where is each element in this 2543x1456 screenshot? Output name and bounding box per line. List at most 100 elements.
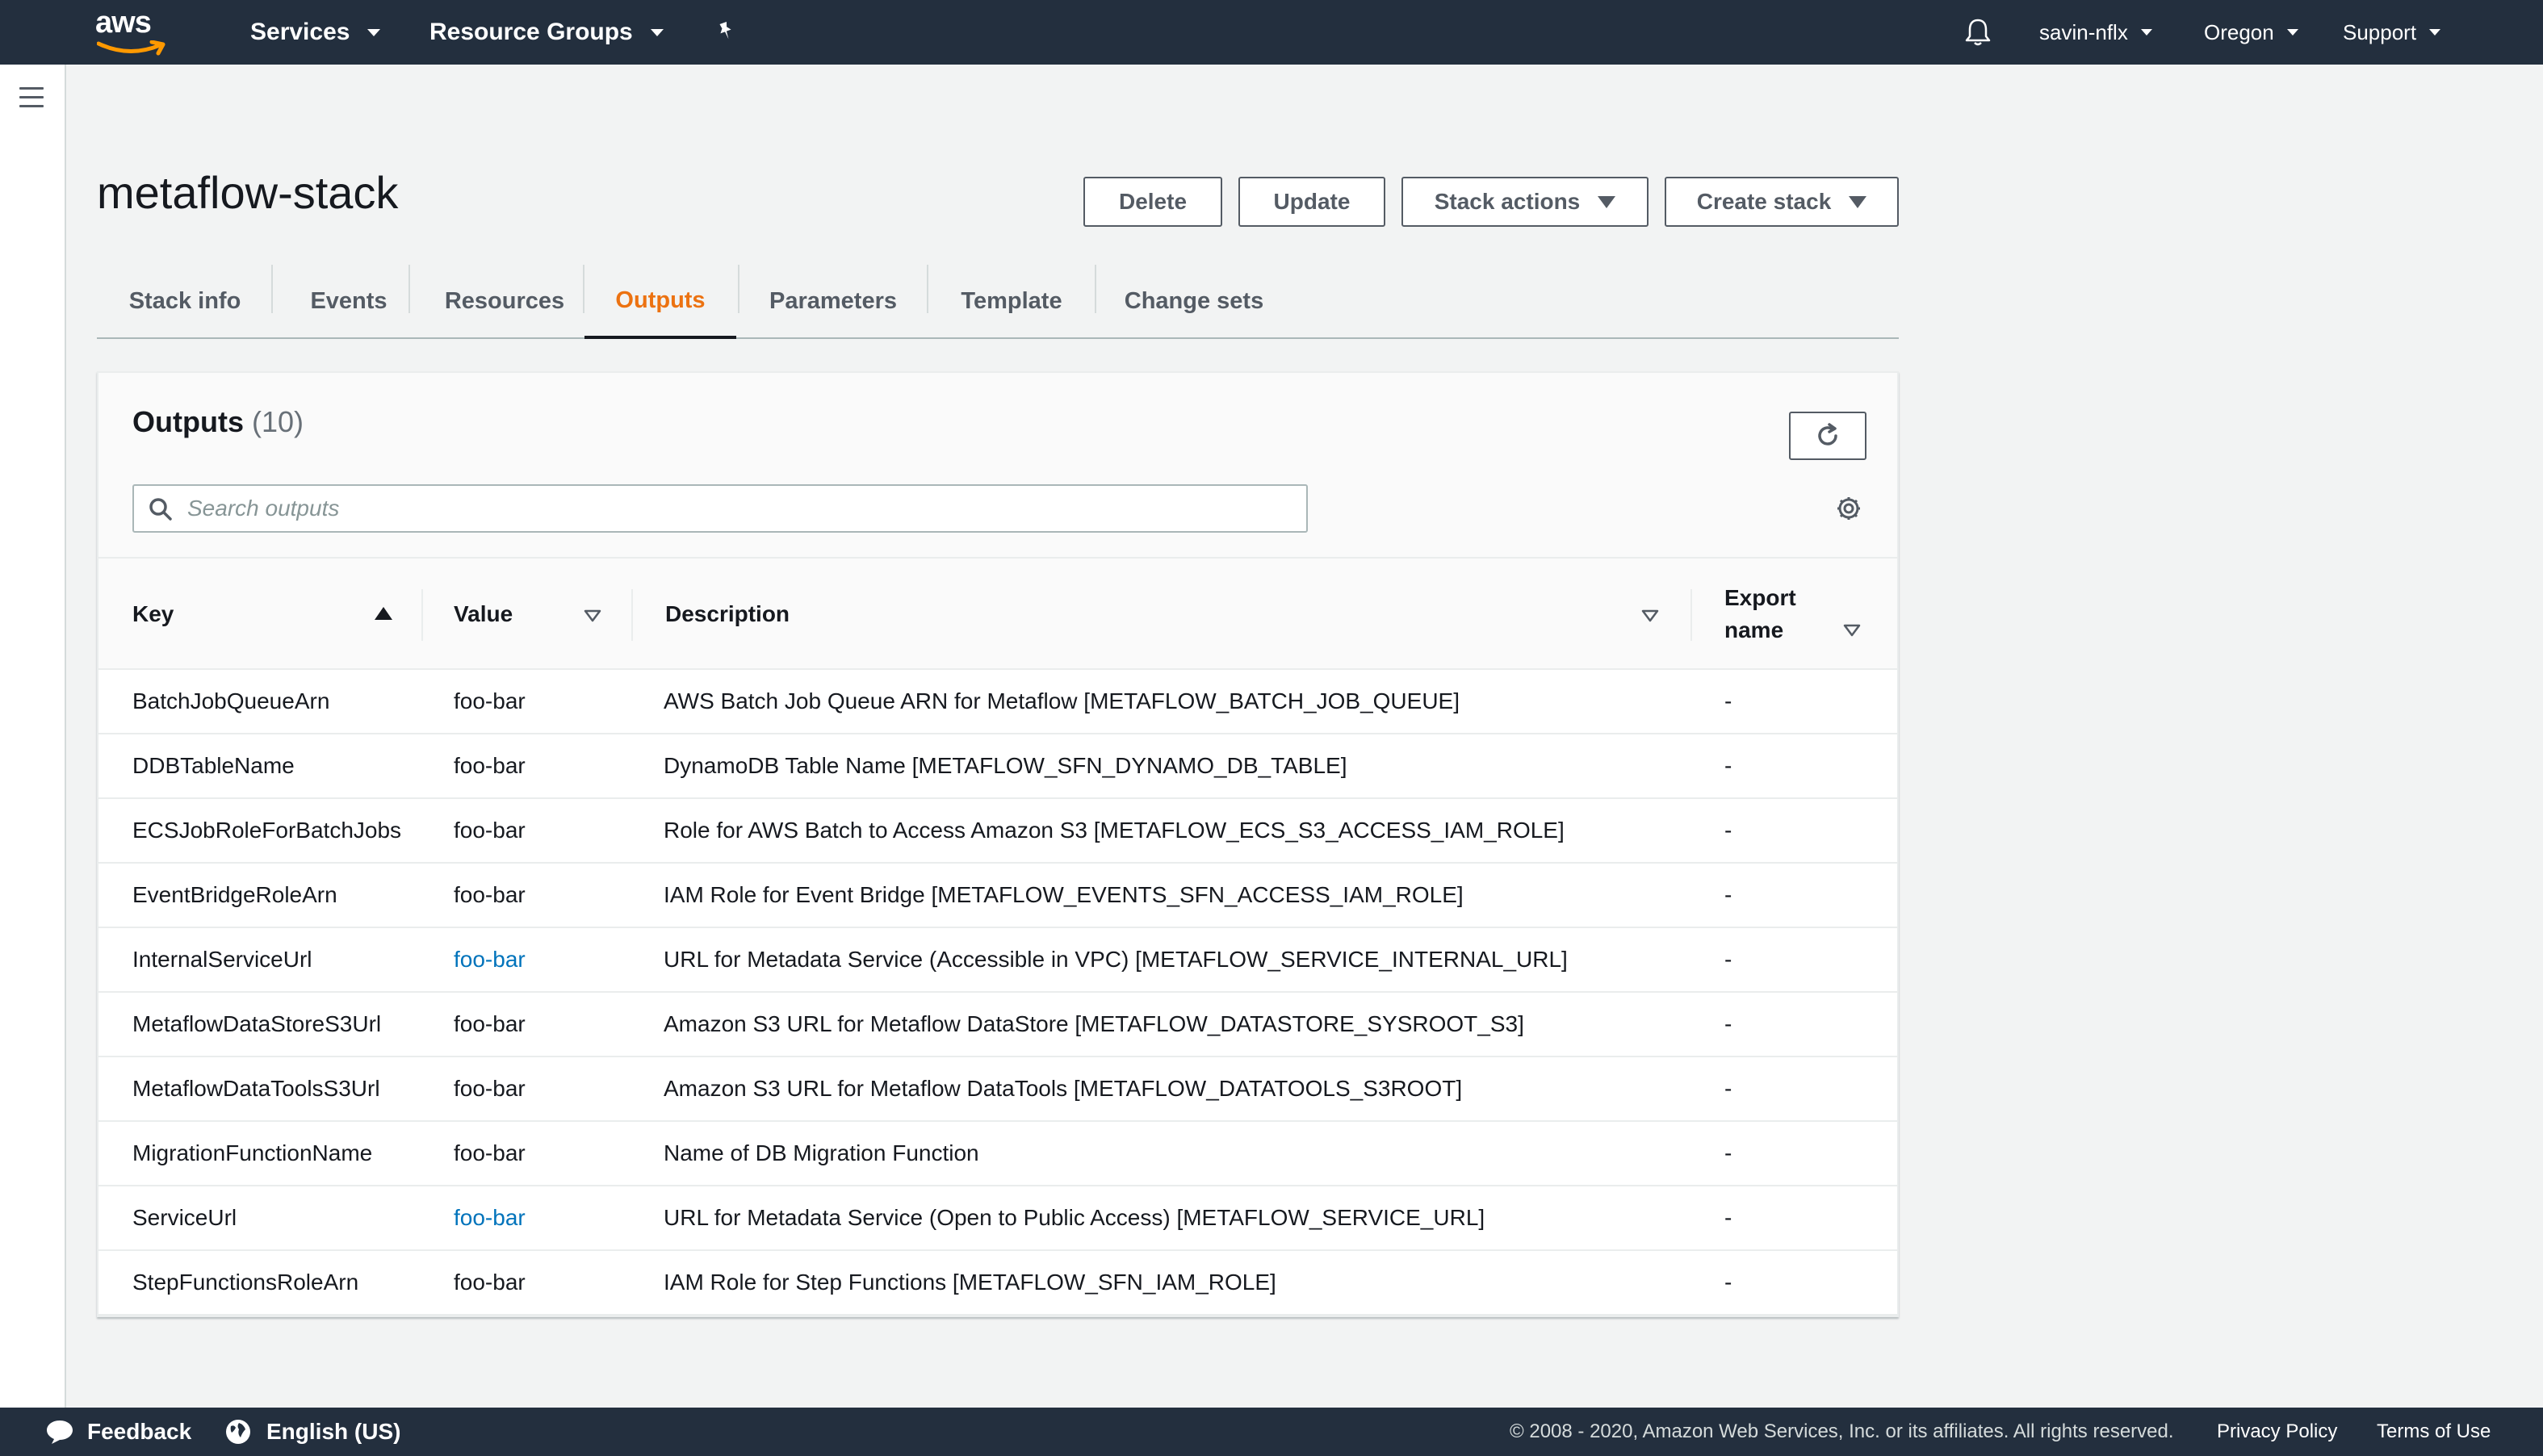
column-header-value[interactable]: Value — [454, 559, 599, 670]
tab-label: Events — [310, 287, 388, 314]
tab-label: Outputs — [615, 287, 706, 313]
column-header-key[interactable]: Key — [132, 559, 407, 670]
services-menu[interactable]: Services — [250, 0, 381, 65]
output-description-cell: URL for Metadata Service (Accessible in … — [664, 947, 1568, 972]
caret-down-icon — [1598, 195, 1616, 208]
footer: Feedback English (US) © 2008 - 2020, Ama… — [0, 1408, 2543, 1456]
aws-logo[interactable]: aws — [95, 6, 168, 56]
tab-label: Parameters — [769, 287, 897, 314]
output-description-cell: AWS Batch Job Queue ARN for Metaflow [ME… — [664, 688, 1460, 713]
account-menu[interactable]: savin-nflx — [2039, 0, 2152, 65]
column-header-export-name[interactable]: Export name — [1724, 559, 1845, 670]
language-label: English (US) — [266, 1419, 401, 1444]
feedback-label: Feedback — [87, 1419, 192, 1444]
update-button-label: Update — [1273, 189, 1351, 214]
output-value-cell: foo-bar — [454, 1140, 526, 1165]
column-divider — [1690, 589, 1692, 641]
bell-icon — [1965, 19, 1991, 46]
output-key-cell: BatchJobQueueArn — [132, 688, 330, 713]
gear-icon[interactable] — [1834, 494, 1863, 523]
search-icon — [149, 498, 172, 521]
sort-caret-icon[interactable] — [583, 609, 602, 623]
column-divider — [421, 589, 423, 641]
language-selector[interactable]: English (US) — [224, 1408, 400, 1456]
tab-label: Resources — [444, 287, 565, 314]
globe-icon — [226, 1420, 250, 1444]
table-header: Key Value Description Export name — [98, 557, 1897, 670]
resource-groups-label: Resource Groups — [429, 19, 633, 45]
outputs-title: Outputs — [132, 405, 244, 438]
region-label: Oregon — [2204, 19, 2274, 44]
search-outputs-field[interactable] — [132, 484, 1308, 533]
table-row: BatchJobQueueArn foo-bar AWS Batch Job Que… — [98, 670, 1897, 734]
output-value-cell: foo-bar — [454, 1011, 526, 1036]
output-value-cell: foo-bar — [454, 1076, 526, 1101]
output-value-cell: foo-bar — [454, 688, 526, 713]
privacy-policy-link[interactable]: Privacy Policy — [2217, 1408, 2337, 1456]
output-key-cell: EventBridgeRoleArn — [132, 882, 337, 907]
support-menu[interactable]: Support — [2343, 0, 2441, 65]
output-export-name-cell: - — [1724, 688, 1732, 713]
output-key-cell: StepFunctionsRoleArn — [132, 1270, 359, 1295]
output-export-name-cell: - — [1724, 947, 1732, 972]
tab-label: Template — [961, 287, 1062, 314]
tab-label: Stack info — [128, 287, 241, 314]
output-key-cell: ServiceUrl — [132, 1205, 237, 1230]
output-value-link[interactable]: foo-bar — [454, 1186, 526, 1249]
table-row: StepFunctionsRoleArn foo-bar IAM Role for … — [98, 1251, 1897, 1316]
output-export-name-cell: - — [1724, 1011, 1732, 1036]
delete-button-label: Delete — [1118, 189, 1188, 214]
stack-actions-button[interactable]: Stack actions — [1401, 177, 1649, 227]
column-header-description[interactable]: Description — [665, 559, 1634, 670]
outputs-panel: Outputs (10) Key Value — [97, 371, 1899, 1317]
services-label: Services — [250, 19, 350, 45]
output-export-name-cell: - — [1724, 1270, 1732, 1295]
column-export-label-line1: Export — [1724, 585, 1796, 610]
page-title: metaflow-stack — [97, 167, 399, 218]
create-stack-button[interactable]: Create stack — [1665, 177, 1899, 227]
delete-button[interactable]: Delete — [1083, 177, 1222, 227]
update-button[interactable]: Update — [1238, 177, 1385, 227]
region-menu[interactable]: Oregon — [2204, 0, 2298, 65]
search-input[interactable] — [187, 489, 1293, 528]
column-value-label: Value — [454, 601, 513, 626]
tab-template[interactable]: Template — [928, 265, 1095, 337]
output-key-cell: MigrationFunctionName — [132, 1140, 373, 1165]
outputs-count: (10) — [252, 405, 304, 438]
table-row: MetaflowDataToolsS3Url foo-bar Amazon S3 U… — [98, 1057, 1897, 1122]
tab-stack-info[interactable]: Stack info — [97, 265, 273, 337]
sort-ascending-icon[interactable] — [375, 607, 392, 620]
feedback-button[interactable]: Feedback — [44, 1408, 191, 1456]
output-description-cell: IAM Role for Step Functions [METAFLOW_SF… — [664, 1270, 1276, 1295]
column-description-label: Description — [665, 601, 790, 626]
output-description-cell: DynamoDB Table Name [METAFLOW_SFN_DYNAMO… — [664, 753, 1347, 778]
pin-icon — [719, 21, 731, 40]
column-key-label: Key — [132, 601, 174, 626]
output-value-cell: foo-bar — [454, 1270, 526, 1295]
table-row: MetaflowDataStoreS3Url foo-bar Amazon S3 U… — [98, 993, 1897, 1057]
hamburger-icon[interactable] — [19, 87, 44, 108]
refresh-button[interactable] — [1789, 412, 1866, 460]
tab-outputs[interactable]: Outputs — [584, 265, 736, 339]
notifications-button[interactable] — [1963, 0, 1992, 65]
output-export-name-cell: - — [1724, 882, 1732, 907]
pin-button[interactable] — [714, 0, 738, 65]
terms-of-use-link[interactable]: Terms of Use — [2377, 1408, 2491, 1456]
output-export-name-cell: - — [1724, 1140, 1732, 1165]
create-stack-label: Create stack — [1696, 189, 1832, 214]
tab-resources[interactable]: Resources — [410, 265, 599, 337]
tab-events[interactable]: Events — [273, 265, 425, 337]
output-value-link[interactable]: foo-bar — [454, 928, 526, 991]
column-divider — [631, 589, 633, 641]
account-label: savin-nflx — [2039, 19, 2128, 44]
tab-change-sets[interactable]: Change sets — [1096, 265, 1292, 337]
column-export-label-line2: name — [1724, 617, 1784, 642]
aws-logo-text: aws — [95, 6, 152, 40]
output-description-cell: Amazon S3 URL for Metaflow DataStore [ME… — [664, 1011, 1524, 1036]
table-row: ServiceUrl foo-bar URL for Metadata Servic… — [98, 1186, 1897, 1251]
resource-groups-menu[interactable]: Resource Groups — [429, 0, 664, 65]
sort-caret-icon[interactable] — [1640, 609, 1660, 623]
table-row: InternalServiceUrl foo-bar URL for Metadat… — [98, 928, 1897, 993]
tab-parameters[interactable]: Parameters — [739, 265, 927, 337]
sort-caret-icon[interactable] — [1842, 623, 1862, 638]
